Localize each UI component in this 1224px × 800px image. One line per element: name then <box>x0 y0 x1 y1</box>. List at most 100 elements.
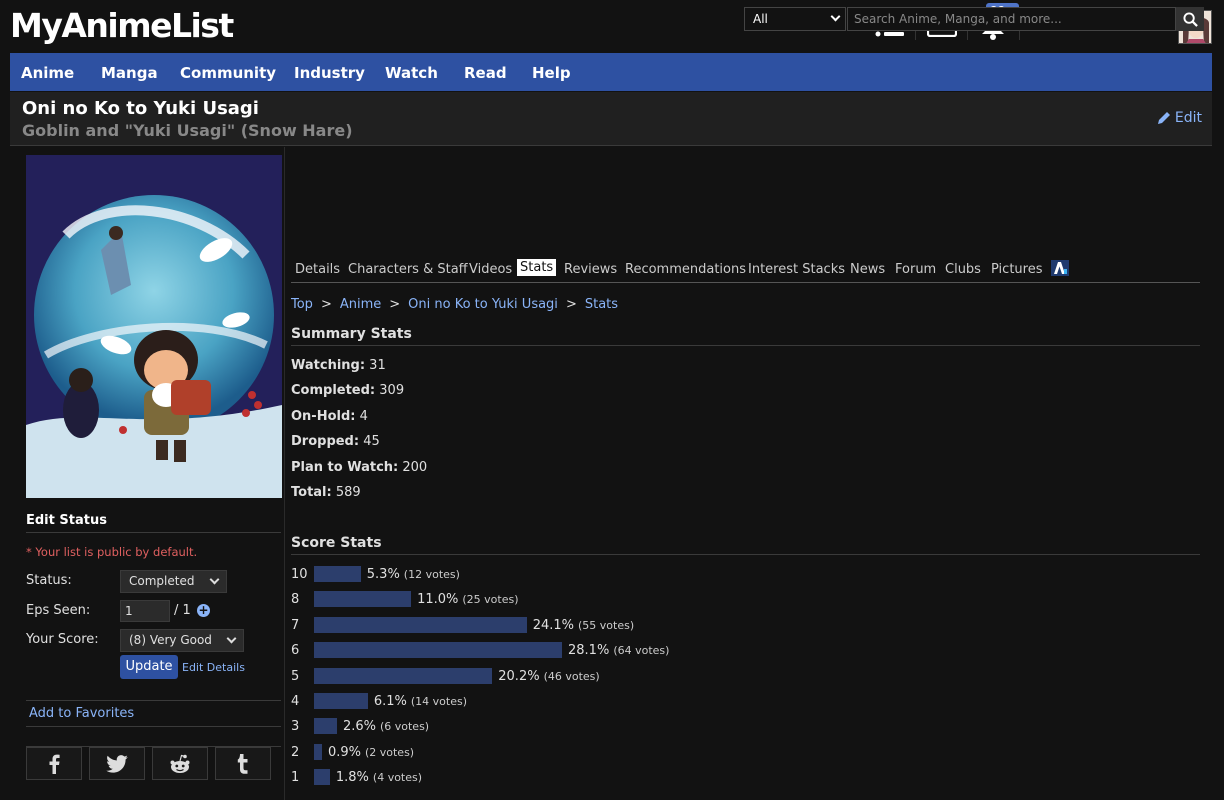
score-label: 7 <box>291 617 300 633</box>
tumblr-share-button[interactable] <box>215 747 271 780</box>
reddit-share-button[interactable] <box>152 747 208 780</box>
nav-read[interactable]: Read <box>464 64 507 82</box>
breadcrumb-stats[interactable]: Stats <box>585 297 618 312</box>
edit-label: Edit <box>1174 110 1202 126</box>
score-percentage-value: 1.8% <box>335 770 369 786</box>
status-select[interactable]: Completed <box>120 570 227 593</box>
score-bar <box>314 566 361 582</box>
score-percentage-value: 5.3% <box>366 567 400 582</box>
score-stats-title: Score Stats <box>291 535 1200 555</box>
score-row: 10 5.3% (12 votes) <box>291 566 891 584</box>
public-list-note: * Your list is public by default. <box>26 545 198 559</box>
score-votes: (14 votes) <box>410 695 467 708</box>
summary-stat-line: Watching: 31 <box>291 358 386 373</box>
nav-industry[interactable]: Industry <box>294 64 365 82</box>
summary-stat-value: 589 <box>331 485 361 500</box>
nav-manga[interactable]: Manga <box>101 64 158 82</box>
summary-stat-value: 45 <box>359 434 380 450</box>
score-percentage-value: 11.0% <box>417 592 459 608</box>
score-percentage: 28.1% (64 votes) <box>568 643 669 658</box>
tab-videos[interactable]: Videos <box>469 262 512 277</box>
score-bar <box>314 616 527 633</box>
anime-cover-image[interactable] <box>26 155 282 498</box>
search-button[interactable] <box>1176 7 1204 31</box>
summary-stats-title: Summary Stats <box>291 326 1200 346</box>
twitter-icon <box>106 754 128 773</box>
edit-details-link[interactable]: Edit Details <box>182 661 245 674</box>
score-percentage: 2.6% (6 votes) <box>343 719 429 734</box>
score-bar <box>314 591 412 608</box>
eps-seen-label: Eps Seen: <box>26 603 91 618</box>
score-votes: (6 votes) <box>379 720 430 734</box>
summary-stat-label: Total: <box>291 485 332 500</box>
summary-stat-line: Dropped: 45 <box>291 434 380 449</box>
breadcrumb-top[interactable]: Top <box>291 297 313 312</box>
breadcrumb-anime[interactable]: Anime <box>340 297 381 312</box>
summary-stat-value: 309 <box>375 383 405 399</box>
eps-total: / 1 <box>174 603 191 618</box>
nav-watch[interactable]: Watch <box>385 64 438 82</box>
summary-stat-line: Completed: 309 <box>291 383 404 398</box>
summary-stat-line: On-Hold: 4 <box>291 409 368 424</box>
nav-community[interactable]: Community <box>180 64 276 82</box>
summary-stat-label: Completed: <box>291 383 376 399</box>
your-score-label: Your Score: <box>26 632 99 647</box>
score-select[interactable]: (8) Very Good <box>120 629 244 652</box>
tab-stats[interactable]: Stats <box>517 259 557 276</box>
edit-link[interactable]: Edit <box>1157 110 1202 126</box>
search-category-select[interactable]: All <box>744 7 846 31</box>
eps-seen-input[interactable]: 1 <box>120 600 170 622</box>
score-label: 2 <box>291 744 300 760</box>
search-input[interactable]: Search Anime, Manga, and more... <box>847 7 1176 31</box>
score-percentage-value: 28.1% <box>568 643 610 659</box>
score-percentage: 0.9% (2 votes) <box>328 745 414 760</box>
tab-details[interactable]: Details <box>295 262 340 277</box>
score-row: 2 0.9% (2 votes) <box>291 743 891 762</box>
tab-pictures[interactable]: Pictures <box>991 262 1042 277</box>
update-button[interactable]: Update <box>120 655 178 679</box>
tab-reviews[interactable]: Reviews <box>564 262 617 277</box>
reddit-icon <box>170 754 190 773</box>
site-logo[interactable]: MyAnimeList <box>10 6 234 45</box>
score-percentage-value: 2.6% <box>342 719 376 735</box>
facebook-share-button[interactable] <box>26 747 82 780</box>
summary-stat-label: Watching: <box>291 358 366 373</box>
score-row: 6 28.1% (64 votes) <box>291 642 891 660</box>
anilist-icon[interactable] <box>1051 260 1069 280</box>
tab-characters-staff[interactable]: Characters & Staff <box>348 262 468 277</box>
add-to-favorites-link[interactable]: Add to Favorites <box>26 700 281 727</box>
score-row: 8 11.0% (25 votes) <box>291 591 891 609</box>
breadcrumb-separator: > <box>389 297 401 312</box>
search-icon <box>1182 11 1198 27</box>
score-votes: (64 votes) <box>613 644 670 658</box>
plus-icon[interactable]: + <box>197 604 210 617</box>
score-percentage-value: 20.2% <box>498 668 540 684</box>
title-bar: Oni no Ko to Yuki Usagi Goblin and "Yuki… <box>10 92 1212 146</box>
score-percentage: 1.8% (4 votes) <box>336 770 422 785</box>
summary-stat-value: 200 <box>398 459 428 475</box>
tab-recommendations[interactable]: Recommendations <box>625 262 746 277</box>
score-percentage-value: 6.1% <box>373 694 407 709</box>
score-percentage-value: 0.9% <box>327 744 361 760</box>
tab-clubs[interactable]: Clubs <box>945 262 981 277</box>
score-votes: (55 votes) <box>578 618 635 632</box>
tab-forum[interactable]: Forum <box>895 262 936 277</box>
nav-help[interactable]: Help <box>532 64 571 82</box>
summary-stat-label: Dropped: <box>291 434 360 450</box>
twitter-share-button[interactable] <box>89 747 145 780</box>
score-bar <box>314 769 330 786</box>
score-percentage-value: 24.1% <box>532 617 574 633</box>
left-sidebar: Edit Status * Your list is public by def… <box>10 147 285 800</box>
score-label: 4 <box>291 694 300 709</box>
score-bar <box>314 693 368 709</box>
chevron-down-icon <box>209 574 220 585</box>
breadcrumb-title[interactable]: Oni no Ko to Yuki Usagi <box>408 297 558 312</box>
breadcrumb-separator: > <box>565 297 577 312</box>
score-votes: (12 votes) <box>403 568 460 581</box>
nav-anime[interactable]: Anime <box>21 64 74 82</box>
score-row: 3 2.6% (6 votes) <box>291 718 891 736</box>
tab-interest-stacks[interactable]: Interest Stacks <box>748 262 845 277</box>
score-label: 1 <box>291 770 300 786</box>
pencil-icon <box>1157 112 1170 124</box>
tab-news[interactable]: News <box>850 262 885 277</box>
